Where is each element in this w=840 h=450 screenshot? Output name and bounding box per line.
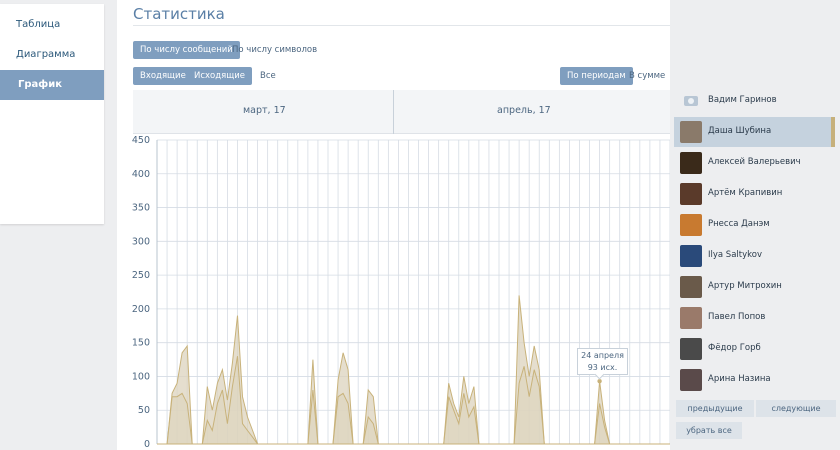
y-tick-label: 400 [132,169,150,180]
friend-item-rnessa-danem[interactable]: Рнесса Данэм [674,210,835,240]
friend-name: Артём Крапивин [708,188,783,198]
friend-name: Алексей Валерьевич [708,157,801,167]
friend-name: Арина Назина [708,374,771,384]
nav-item-table[interactable]: Таблица [0,10,104,40]
next-button[interactable]: следующие [756,400,836,417]
camera-icon [684,96,698,106]
y-tick-label: 50 [138,405,150,416]
friend-name: Рнесса Данэм [708,219,770,229]
friend-item-ilya-saltykov[interactable]: Ilya Saltykov [674,241,835,271]
friend-item-artur-mitrokhin[interactable]: Артур Митрохин [674,272,835,302]
by-periods-button[interactable]: По периодам [560,67,633,85]
avatar [680,369,702,391]
nav-item-graph[interactable]: График [0,70,104,100]
clear-all-button[interactable]: убрать все [676,422,742,439]
avatar [680,307,702,329]
avatar [680,152,702,174]
y-tick-label: 300 [132,236,150,247]
friend-name: Вадим Гаринов [708,95,777,105]
chart-tooltip: 24 апреля 93 исх. [577,348,628,375]
page-title: Статистика [133,5,225,23]
friend-item-arina-nazina[interactable]: Арина Назина [674,365,835,395]
title-divider [133,25,670,26]
avatar [680,183,702,205]
y-tick-label: 0 [144,439,150,450]
incoming-button[interactable]: Входящие [133,67,193,85]
message-chart[interactable]: 0 50 100 150 200 250 300 350 400 450 [117,134,670,450]
total-button[interactable]: В сумме [629,67,665,85]
friend-name: Даша Шубина [708,126,772,136]
by-messages-button[interactable]: По числу сообщений [133,41,240,59]
avatar [680,338,702,360]
avatar [680,276,702,298]
friend-name: Ilya Saltykov [708,250,762,260]
tooltip-date: 24 апреля [581,351,624,360]
friend-item-pavel-popov[interactable]: Павел Попов [674,303,835,333]
friend-item-vadim-garinov[interactable]: Вадим Гаринов [674,86,835,116]
friend-item-fedor-gorb[interactable]: Фёдор Горб [674,334,835,364]
friend-item-aleksey-valerievich[interactable]: Алексей Валерьевич [674,148,835,178]
y-tick-label: 350 [132,203,150,214]
y-tick-label: 250 [132,270,150,281]
month-label-march: март, 17 [243,105,286,116]
avatar [680,214,702,236]
outgoing-button[interactable]: Исходящие [187,67,253,85]
tooltip-value: 93 исх. [587,363,618,372]
y-tick-label: 450 [132,135,150,146]
friend-name: Павел Попов [708,312,766,322]
data-point-highlight [597,378,602,384]
prev-button[interactable]: предыдущие [676,400,754,417]
left-nav: Таблица Диаграмма График [0,4,104,224]
by-chars-button[interactable]: По числу символов [232,41,317,59]
avatar [680,245,702,267]
friend-name: Артур Митрохин [708,281,782,291]
all-button[interactable]: Все [260,67,276,85]
avatar [680,121,702,143]
y-tick-label: 100 [132,371,150,382]
month-header: март, 17 апрель, 17 [133,90,670,134]
friends-panel: Вадим Гаринов Даша Шубина Алексей Валерьев… [670,86,840,450]
page: Таблица Диаграмма График Статистика По ч… [0,0,840,450]
friend-item-dasha-shubina[interactable]: Даша Шубина [674,117,835,147]
main-panel: Статистика По числу сообщений По числу с… [117,0,670,450]
nav-item-diagram[interactable]: Диаграмма [0,40,104,70]
month-label-april: апрель, 17 [497,105,551,116]
friend-item-artem-krapivin[interactable]: Артём Крапивин [674,179,835,209]
month-divider [393,90,394,134]
y-tick-label: 150 [132,338,150,349]
friend-name: Фёдор Горб [708,343,761,353]
y-tick-label: 200 [132,304,150,315]
